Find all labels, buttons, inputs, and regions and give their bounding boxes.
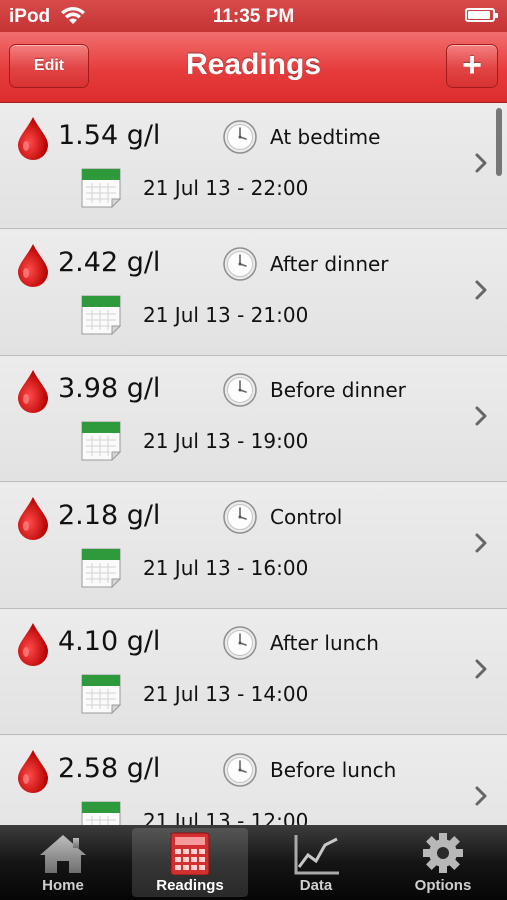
blood-drop-icon: [15, 621, 51, 667]
calendar-icon: [80, 673, 124, 715]
tab-label-home: Home: [42, 877, 84, 894]
reading-value: 4.10 g/l: [58, 626, 161, 657]
reading-date: 21 Jul 13 - 16:00: [143, 555, 309, 580]
blood-drop-icon: [15, 368, 51, 414]
calculator-icon: [170, 832, 210, 875]
reading-label: After lunch: [270, 631, 379, 655]
reading-row[interactable]: 2.42 g/l After dinner 21 Jul 13 - 21:00: [0, 229, 507, 356]
status-time: 11:35 PM: [212, 6, 295, 27]
chevron-right-icon: [474, 658, 488, 680]
reading-label: Control: [270, 504, 343, 529]
reading-label: After dinner: [270, 251, 389, 276]
clock-icon: [222, 372, 258, 408]
calendar-icon: [80, 167, 124, 209]
reading-row[interactable]: 2.58 g/l Before lunch 21 Jul 13 - 12:00: [0, 735, 507, 826]
blood-drop-icon: [15, 495, 51, 541]
navigation-bar: Edit Readings +: [0, 32, 507, 103]
clock-icon: [222, 499, 258, 535]
tab-label-data: Data: [299, 877, 333, 894]
chevron-right-icon: [474, 279, 488, 301]
calendar-icon: [80, 420, 124, 462]
reading-value: 2.42 g/l: [58, 246, 161, 278]
chevron-right-icon: [474, 785, 488, 807]
tab-data[interactable]: Data: [253, 825, 379, 900]
status-bar: iPod 11:35 PM: [0, 0, 507, 32]
clock-icon: [222, 752, 258, 788]
chevron-right-icon: [474, 152, 488, 174]
blood-drop-icon: [15, 748, 51, 794]
clock-icon: [222, 625, 258, 661]
tab-readings[interactable]: Readings: [127, 825, 253, 900]
chevron-right-icon: [474, 405, 488, 427]
reading-row[interactable]: 4.10 g/l After lunch 21 Jul 13 - 14:00: [0, 609, 507, 735]
calendar-icon: [80, 800, 124, 825]
chart-icon: [294, 835, 339, 875]
tab-label-options: Options: [414, 877, 472, 894]
calendar-icon: [80, 547, 124, 589]
page-title: Readings: [185, 48, 322, 81]
add-reading-button[interactable]: +: [446, 44, 498, 88]
reading-date: 21 Jul 13 - 19:00: [143, 429, 309, 453]
reading-row[interactable]: 3.98 g/l Before dinner 21 Jul 13 - 19:00: [0, 356, 507, 482]
reading-value: 2.58 g/l: [58, 752, 161, 784]
reading-row[interactable]: 2.18 g/l Control 21 Jul 13 - 16:00: [0, 482, 507, 609]
tab-bar: Home Readings Data Options: [0, 825, 507, 900]
tab-options[interactable]: Options: [380, 825, 506, 900]
tab-label-readings: Readings: [156, 877, 224, 894]
blood-drop-icon: [15, 242, 51, 288]
reading-value: 3.98 g/l: [58, 373, 161, 404]
scrollbar[interactable]: [496, 108, 502, 176]
reading-date: 21 Jul 13 - 22:00: [143, 176, 309, 200]
reading-label: At bedtime: [270, 125, 381, 149]
calendar-icon: [80, 294, 124, 336]
gear-icon: [423, 833, 463, 873]
blood-drop-icon: [15, 115, 51, 161]
reading-date: 21 Jul 13 - 12:00: [143, 808, 309, 826]
reading-label: Before lunch: [270, 757, 397, 782]
tab-home[interactable]: Home: [0, 825, 126, 900]
reading-row[interactable]: 1.54 g/l At bedtime 21 Jul 13 - 22:00: [0, 103, 507, 229]
reading-value: 1.54 g/l: [58, 120, 161, 151]
reading-value: 2.18 g/l: [58, 499, 161, 531]
readings-list[interactable]: 1.54 g/l At bedtime 21 Jul 13 - 22:00 2.42 …: [0, 103, 507, 825]
reading-date: 21 Jul 13 - 14:00: [143, 682, 309, 706]
battery-icon: [465, 8, 498, 22]
reading-date: 21 Jul 13 - 21:00: [143, 302, 309, 327]
clock-icon: [222, 246, 258, 282]
reading-label: Before dinner: [270, 378, 406, 402]
home-icon: [40, 835, 86, 873]
clock-icon: [222, 119, 258, 155]
chevron-right-icon: [474, 532, 488, 554]
